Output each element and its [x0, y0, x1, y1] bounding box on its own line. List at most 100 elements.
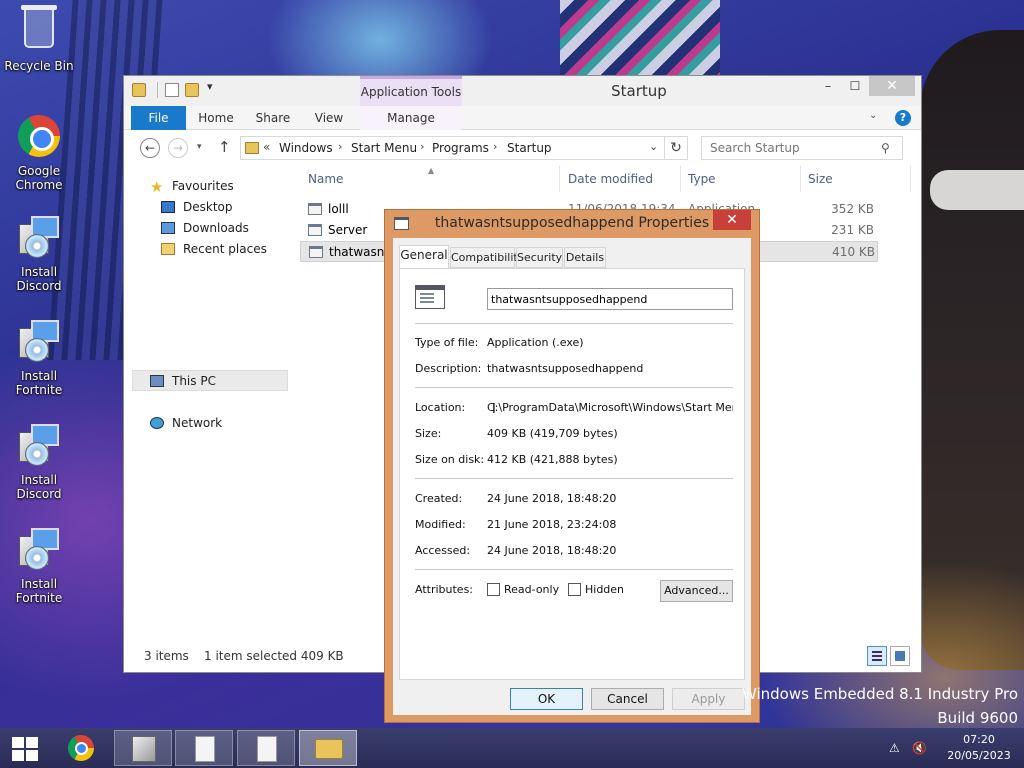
explorer-titlebar[interactable]: ▾ Application Tools Startup – ☐ ✕	[124, 76, 921, 106]
ribbon-tabs: File Home Share View Manage ⌄ ?	[124, 106, 921, 130]
breadcrumb-separator[interactable]: ›	[338, 140, 342, 153]
application-icon	[308, 224, 322, 236]
tab-compatibility[interactable]: Compatibility	[450, 247, 524, 268]
help-icon[interactable]: ?	[895, 110, 911, 126]
general-tab-panel: Type of file: Application (.exe) Descrip…	[399, 268, 745, 680]
tab-home[interactable]: Home	[191, 106, 241, 130]
breadcrumb-separator[interactable]: ›	[493, 140, 497, 153]
desktop-icon-google-chrome[interactable]: Google Chrome	[0, 113, 78, 192]
address-dropdown-icon[interactable]: ⌄	[649, 140, 658, 153]
location-value[interactable]: C:\ProgramData\Microsoft\Windows\Start M…	[487, 401, 733, 414]
recycle-bin-icon	[16, 5, 62, 56]
clock-time: 07:20	[963, 733, 995, 746]
hidden-label[interactable]: Hidden	[585, 583, 624, 596]
desktop-icon-install-discord[interactable]: Install Discord	[0, 216, 78, 293]
customize-quick-access-icon[interactable]: ▾	[207, 80, 213, 93]
file-name-field[interactable]	[487, 288, 733, 310]
tab-manage[interactable]: Manage	[360, 106, 462, 130]
start-button[interactable]	[8, 736, 42, 762]
cancel-button[interactable]: Cancel	[591, 688, 664, 710]
column-separator[interactable]	[800, 166, 801, 192]
application-icon	[308, 203, 322, 215]
minimize-button[interactable]: –	[815, 76, 841, 96]
close-button[interactable]: ✕	[869, 76, 915, 96]
setup-icon	[16, 424, 62, 470]
column-separator[interactable]	[910, 166, 911, 192]
desktop-icon-install-discord-2[interactable]: Install Discord	[0, 424, 78, 501]
taskbar-document-1[interactable]	[175, 730, 233, 766]
size-on-disk-value: 412 KB (421,888 bytes)	[487, 453, 618, 466]
tab-view[interactable]: View	[304, 106, 354, 130]
column-header-date-modified[interactable]: Date modified	[568, 172, 653, 186]
up-button[interactable]: ↑	[218, 138, 231, 156]
column-header-size[interactable]: Size	[808, 172, 833, 186]
refresh-icon[interactable]: ↻	[664, 136, 688, 160]
breadcrumb-start-menu[interactable]: Start Menu	[351, 141, 417, 155]
desktop-icon-label: Install Discord	[16, 265, 62, 293]
read-only-checkbox[interactable]	[487, 583, 500, 596]
windows-logo-icon	[26, 737, 38, 748]
search-icon[interactable]: ⚲	[881, 141, 890, 155]
folder-icon	[132, 83, 146, 97]
accessed-label: Accessed:	[415, 544, 471, 557]
address-overflow-icon[interactable]: «	[263, 140, 270, 154]
document-icon	[195, 736, 215, 762]
address-bar[interactable]: « Windows › Start Menu › Programs › Star…	[240, 136, 688, 160]
breadcrumb-programs[interactable]: Programs	[432, 141, 489, 155]
chevron-down-icon[interactable]: ⌄	[869, 110, 877, 121]
computer-icon	[150, 375, 164, 387]
size-label: Size:	[415, 427, 442, 440]
attributes-label: Attributes:	[415, 583, 474, 596]
taskbar-chrome[interactable]	[52, 730, 110, 766]
read-only-label[interactable]: Read-only	[504, 583, 559, 596]
system-clock[interactable]: 07:20 20/05/2023	[940, 732, 1018, 764]
chrome-icon	[68, 735, 94, 761]
tab-security[interactable]: Security	[516, 247, 563, 268]
windows-edition-watermark: Windows Embedded 8.1 Industry Pro	[741, 685, 1018, 703]
tab-share[interactable]: Share	[248, 106, 298, 130]
clock-date: 20/05/2023	[947, 749, 1011, 762]
forward-button[interactable]: →	[168, 138, 188, 158]
column-header-type[interactable]: Type	[688, 172, 716, 186]
desktop-icon-install-fortnite-2[interactable]: Install Fortnite	[0, 528, 78, 605]
accessed-value: 24 June 2018, 18:48:20	[487, 544, 617, 557]
column-separator[interactable]	[680, 166, 681, 192]
network-warning-icon[interactable]: ⚠	[889, 741, 900, 755]
column-separator[interactable]	[559, 166, 560, 192]
details-view-button[interactable]	[867, 646, 887, 666]
details-view-icon	[872, 651, 882, 661]
back-button[interactable]: ←	[140, 138, 160, 158]
dialog-titlebar[interactable]: thatwasntsupposedhappend Properties ✕	[385, 210, 759, 237]
desktop-icon-recycle-bin[interactable]: Recycle Bin	[0, 5, 78, 73]
taskbar-file-explorer[interactable]	[299, 730, 357, 766]
hidden-checkbox[interactable]	[568, 583, 581, 596]
column-header-name[interactable]: Name	[308, 172, 343, 186]
tab-file[interactable]: File	[131, 106, 186, 130]
volume-muted-icon[interactable]: 🔇	[912, 741, 927, 755]
search-input[interactable]	[701, 136, 903, 160]
properties-icon[interactable]	[165, 83, 179, 97]
breadcrumb-windows[interactable]: Windows	[279, 141, 333, 155]
breadcrumb-startup[interactable]: Startup	[507, 141, 552, 155]
location-label: Location:	[415, 401, 466, 414]
ok-button[interactable]: OK	[510, 688, 583, 710]
quick-access-separator	[157, 82, 158, 98]
maximize-button[interactable]: ☐	[842, 76, 868, 96]
recent-locations-icon[interactable]: ▾	[197, 142, 202, 152]
large-icons-view-icon	[895, 651, 905, 661]
advanced-button[interactable]: Advanced...	[660, 580, 733, 602]
breadcrumb-separator[interactable]: ›	[420, 140, 424, 153]
taskbar-document-2[interactable]	[237, 730, 295, 766]
apply-button[interactable]: Apply	[672, 688, 745, 710]
description-label: Description:	[415, 362, 482, 375]
tab-general[interactable]: General	[399, 245, 449, 269]
divider	[415, 478, 733, 479]
new-folder-icon[interactable]	[185, 83, 199, 97]
close-button[interactable]: ✕	[713, 210, 751, 230]
taskbar-setup[interactable]	[114, 730, 172, 766]
tab-details[interactable]: Details	[564, 247, 606, 268]
desktop-icon-install-fortnite[interactable]: Install Fortnite	[0, 320, 78, 397]
application-icon	[415, 285, 445, 309]
large-icons-view-button[interactable]	[890, 646, 910, 666]
modified-value: 21 June 2018, 23:24:08	[487, 518, 617, 531]
